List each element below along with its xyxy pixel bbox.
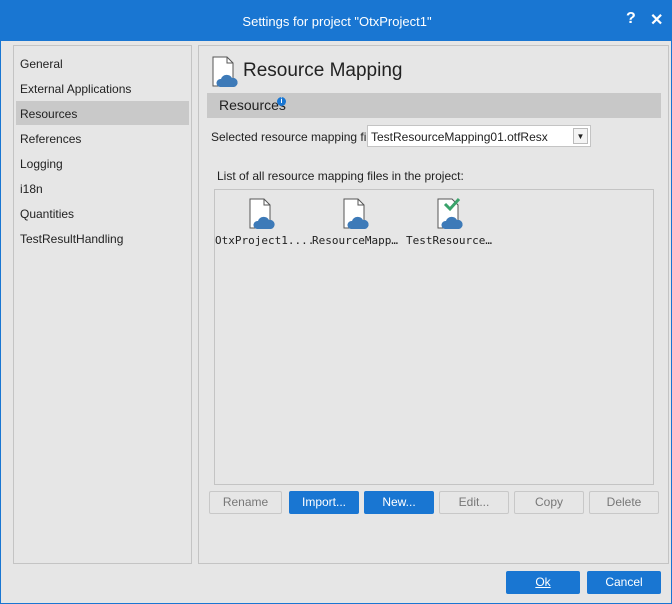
content-panel: Resource Mapping Resources i Selected re… <box>198 45 669 564</box>
file-name: ResourceMapp… <box>311 234 399 247</box>
copy-button[interactable]: Copy <box>514 491 584 514</box>
ok-button[interactable]: Ok <box>506 571 580 594</box>
sidebar-item-general[interactable]: General <box>16 51 189 75</box>
selected-file-value: TestResourceMapping01.otfResx <box>371 130 548 144</box>
selected-file-label: Selected resource mapping file <box>211 130 376 144</box>
section-header: Resources i <box>207 93 661 118</box>
file-list[interactable]: OtxProject1.... ResourceMapp… TestResour… <box>214 189 654 485</box>
section-title: Resources <box>219 97 286 113</box>
cancel-button[interactable]: Cancel <box>587 571 661 594</box>
resource-file-icon <box>343 198 369 229</box>
resource-file-icon <box>212 56 238 87</box>
sidebar-item-resources[interactable]: Resources <box>16 101 189 125</box>
file-name: OtxProject1.... <box>215 234 315 247</box>
sidebar-item-i18n[interactable]: i18n <box>16 176 189 200</box>
sidebar-item-quantities[interactable]: Quantities <box>16 201 189 225</box>
sidebar: General External Applications Resources … <box>13 45 192 564</box>
settings-dialog: Settings for project "OtxProject1" ? ✕ G… <box>0 0 672 604</box>
close-button[interactable]: ✕ <box>650 10 663 30</box>
resource-file-select[interactable]: TestResourceMapping01.otfResx ▼ <box>367 125 591 147</box>
sidebar-item-testresulthandling[interactable]: TestResultHandling <box>16 226 189 250</box>
list-item[interactable]: ResourceMapp… <box>309 198 401 247</box>
chevron-down-icon[interactable]: ▼ <box>573 128 588 144</box>
rename-button[interactable]: Rename <box>209 491 282 514</box>
import-button[interactable]: Import... <box>289 491 359 514</box>
page-title: Resource Mapping <box>243 60 403 81</box>
resource-file-icon <box>249 198 275 229</box>
file-name: TestResource… <box>405 234 493 247</box>
dialog-title: Settings for project "OtxProject1" <box>242 14 432 29</box>
sidebar-item-external-applications[interactable]: External Applications <box>16 76 189 100</box>
sidebar-item-logging[interactable]: Logging <box>16 151 189 175</box>
new-button[interactable]: New... <box>364 491 434 514</box>
file-list-label: List of all resource mapping files in th… <box>217 169 464 183</box>
active-resource-file-icon <box>437 198 463 229</box>
list-item-active[interactable]: TestResource… <box>403 198 495 247</box>
title-bar: Settings for project "OtxProject1" ? ✕ <box>1 1 672 41</box>
edit-button[interactable]: Edit... <box>439 491 509 514</box>
delete-button[interactable]: Delete <box>589 491 659 514</box>
sidebar-item-references[interactable]: References <box>16 126 189 150</box>
info-icon[interactable]: i <box>277 97 286 106</box>
list-item[interactable]: OtxProject1.... <box>215 198 315 247</box>
help-button[interactable]: ? <box>626 10 636 28</box>
